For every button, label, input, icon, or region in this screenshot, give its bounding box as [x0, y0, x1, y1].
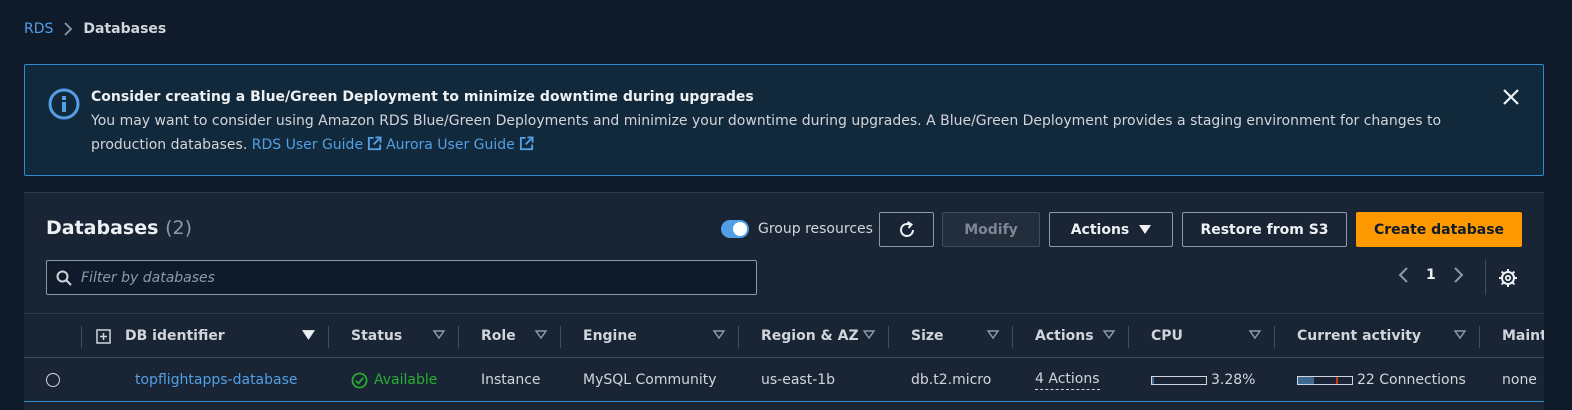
activity-bar-marker: [1335, 376, 1338, 384]
chevron-right-icon: [64, 22, 73, 36]
refresh-icon: [899, 220, 914, 237]
status-text: Available: [374, 372, 438, 388]
page-number[interactable]: 1: [1426, 267, 1436, 283]
sort-caret-icon[interactable]: [987, 330, 999, 340]
chevron-right-icon[interactable]: [1452, 266, 1466, 284]
column-header-size[interactable]: Size: [889, 314, 1013, 358]
column-header-maintenance[interactable]: Maint: [1480, 314, 1544, 358]
sort-caret-icon[interactable]: [535, 330, 547, 340]
column-header-label: Size: [911, 328, 944, 344]
cpu-bar-fill: [1152, 376, 1154, 384]
banner-body-line1: You may want to consider using Amazon RD…: [91, 113, 1442, 129]
column-header-label: Engine: [583, 328, 637, 344]
table-header: DB identifier Status Role Engine Region …: [24, 313, 1544, 358]
select-column-header: [24, 314, 82, 358]
column-header-label: Current activity: [1297, 328, 1422, 344]
column-header-db-identifier[interactable]: DB identifier: [82, 314, 329, 358]
row-radio[interactable]: [46, 373, 60, 387]
db-identifier-cell: topflightapps-database: [135, 358, 298, 402]
group-resources-label: Group resources: [758, 221, 873, 237]
actions-cell: 4 Actions: [1035, 358, 1100, 402]
chevron-left-icon[interactable]: [1396, 266, 1410, 284]
breadcrumb-current: Databases: [83, 21, 167, 37]
banner-body-line2: production databases.: [91, 137, 248, 153]
activity-cell: 22 Connections: [1297, 358, 1466, 402]
restore-from-s3-button[interactable]: Restore from S3: [1182, 212, 1347, 247]
pagination: 1: [1396, 266, 1466, 284]
actions-button-label: Actions: [1070, 221, 1130, 238]
check-circle-icon: [351, 372, 368, 388]
close-icon[interactable]: [1501, 87, 1521, 107]
sort-caret-icon[interactable]: [1103, 330, 1115, 340]
size-cell: db.t2.micro: [911, 372, 992, 388]
sort-caret-icon[interactable]: [863, 330, 875, 340]
activity-bar: [1297, 375, 1353, 385]
caret-down-icon: [1139, 224, 1152, 234]
filter-databases-input[interactable]: [81, 269, 756, 286]
refresh-button[interactable]: [879, 212, 934, 247]
column-header-label: Maint: [1502, 328, 1544, 344]
column-header-label: Status: [351, 328, 403, 344]
expand-all-icon[interactable]: [96, 328, 111, 344]
breadcrumb-rds-link[interactable]: RDS: [24, 21, 53, 37]
group-resources-toggle[interactable]: [721, 220, 749, 238]
banner-title: Consider creating a Blue/Green Deploymen…: [91, 89, 754, 105]
row-actions-link[interactable]: 4 Actions: [1035, 371, 1100, 390]
column-header-status[interactable]: Status: [329, 314, 459, 358]
filter-box: [46, 260, 757, 295]
aurora-user-guide-link[interactable]: Aurora User Guide: [386, 137, 515, 153]
banner-body: You may want to consider using Amazon RD…: [91, 109, 1483, 157]
column-header-actions[interactable]: Actions: [1013, 314, 1129, 358]
cpu-value: 3.28%: [1211, 372, 1256, 388]
breadcrumb: RDS Databases: [24, 21, 166, 37]
column-header-label: CPU: [1151, 328, 1183, 344]
maintenance-cell: none: [1502, 372, 1537, 388]
table-row[interactable]: topflightapps-database Available Instanc…: [24, 358, 1544, 402]
sort-desc-icon[interactable]: [302, 330, 315, 341]
sort-caret-icon[interactable]: [1454, 330, 1466, 340]
panel-title: Databases (2): [46, 217, 192, 239]
external-link-icon: [519, 136, 534, 151]
sort-caret-icon[interactable]: [1249, 330, 1261, 340]
role-cell: Instance: [481, 372, 541, 388]
sort-caret-icon[interactable]: [433, 330, 445, 340]
activity-value: 22 Connections: [1357, 372, 1466, 388]
column-header-cpu[interactable]: CPU: [1129, 314, 1275, 358]
actions-dropdown-button[interactable]: Actions: [1049, 212, 1173, 247]
engine-cell: MySQL Community: [583, 372, 717, 388]
column-header-current-activity[interactable]: Current activity: [1275, 314, 1480, 358]
column-header-label: Role: [481, 328, 516, 344]
row-select-cell: [46, 358, 60, 402]
databases-panel: Databases (2) Group resources Modify Act…: [24, 192, 1544, 410]
create-database-button[interactable]: Create database: [1356, 212, 1522, 247]
column-header-engine[interactable]: Engine: [561, 314, 739, 358]
column-header-label: Actions: [1035, 328, 1094, 344]
activity-bar-fill: [1298, 376, 1315, 384]
column-header-region-az[interactable]: Region & AZ: [739, 314, 889, 358]
cpu-cell: 3.28%: [1151, 358, 1255, 402]
region-cell: us-east-1b: [761, 372, 836, 388]
panel-title-text: Databases: [46, 217, 159, 239]
rds-user-guide-link[interactable]: RDS User Guide: [252, 137, 363, 153]
db-identifier-link[interactable]: topflightapps-database: [135, 372, 298, 388]
group-resources-toggle-wrap: Group resources: [721, 220, 873, 238]
blue-green-info-banner: Consider creating a Blue/Green Deploymen…: [24, 64, 1544, 176]
status-cell: Available: [351, 358, 437, 402]
column-header-role[interactable]: Role: [459, 314, 561, 358]
column-header-label: Region & AZ: [761, 328, 859, 344]
database-count: (2): [165, 217, 192, 239]
cpu-bar: [1151, 375, 1207, 385]
modify-button[interactable]: Modify: [942, 212, 1040, 247]
search-icon: [56, 270, 72, 286]
pager-divider: [1485, 260, 1486, 295]
info-icon: [48, 88, 80, 120]
sort-caret-icon[interactable]: [713, 330, 725, 340]
external-link-icon: [368, 136, 382, 151]
status-badge: Available: [351, 372, 437, 389]
column-header-label: DB identifier: [125, 328, 225, 344]
gear-icon[interactable]: [1498, 268, 1518, 288]
